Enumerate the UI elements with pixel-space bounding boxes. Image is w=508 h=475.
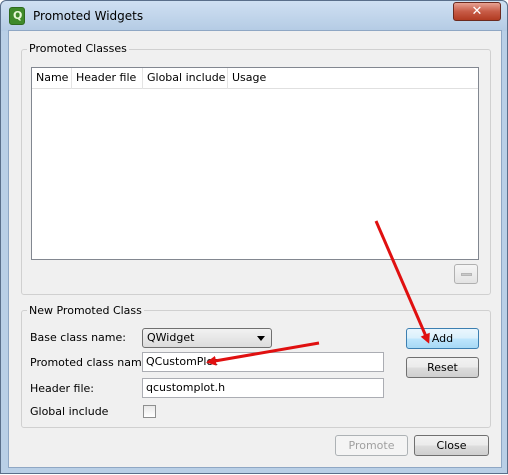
chevron-down-icon <box>257 336 265 341</box>
promote-button[interactable]: Promote <box>335 435 408 456</box>
header-file-input[interactable]: qcustomplot.h <box>142 378 384 398</box>
promoted-classes-title: Promoted Classes <box>27 42 129 55</box>
base-class-combo[interactable]: QWidget <box>142 328 272 348</box>
promoted-class-input[interactable]: QCustomPlot <box>142 352 384 372</box>
promoted-class-label: Promoted class name: <box>30 356 153 369</box>
column-header-global-include[interactable]: Global include <box>143 68 228 89</box>
minus-icon <box>461 273 472 276</box>
close-button[interactable]: Close <box>414 435 489 456</box>
base-class-value: QWidget <box>147 331 195 344</box>
column-header-usage[interactable]: Usage <box>228 68 288 89</box>
qt-app-icon <box>9 7 25 25</box>
remove-class-button[interactable] <box>454 264 478 284</box>
global-include-checkbox[interactable] <box>143 405 156 418</box>
header-file-label: Header file: <box>30 382 95 395</box>
title-bar[interactable]: Promoted Widgets ✕ <box>1 1 507 31</box>
promoted-widgets-dialog: Promoted Widgets ✕ Promoted Classes Name… <box>0 0 508 474</box>
column-header-header-file[interactable]: Header file <box>72 68 143 89</box>
reset-button[interactable]: Reset <box>406 357 479 378</box>
table-header: Name Header file Global include Usage <box>32 68 478 89</box>
global-include-label: Global include <box>30 405 109 418</box>
column-header-name[interactable]: Name <box>32 68 72 89</box>
close-icon: ✕ <box>471 4 483 19</box>
new-promoted-class-title: New Promoted Class <box>27 304 144 317</box>
dialog-body: Promoted Classes Name Header file Global… <box>8 30 502 468</box>
base-class-label: Base class name: <box>30 331 126 344</box>
promoted-classes-table[interactable]: Name Header file Global include Usage <box>31 67 479 260</box>
add-button[interactable]: Add <box>406 328 479 349</box>
window-title: Promoted Widgets <box>33 9 144 23</box>
close-window-button[interactable]: ✕ <box>453 2 501 21</box>
